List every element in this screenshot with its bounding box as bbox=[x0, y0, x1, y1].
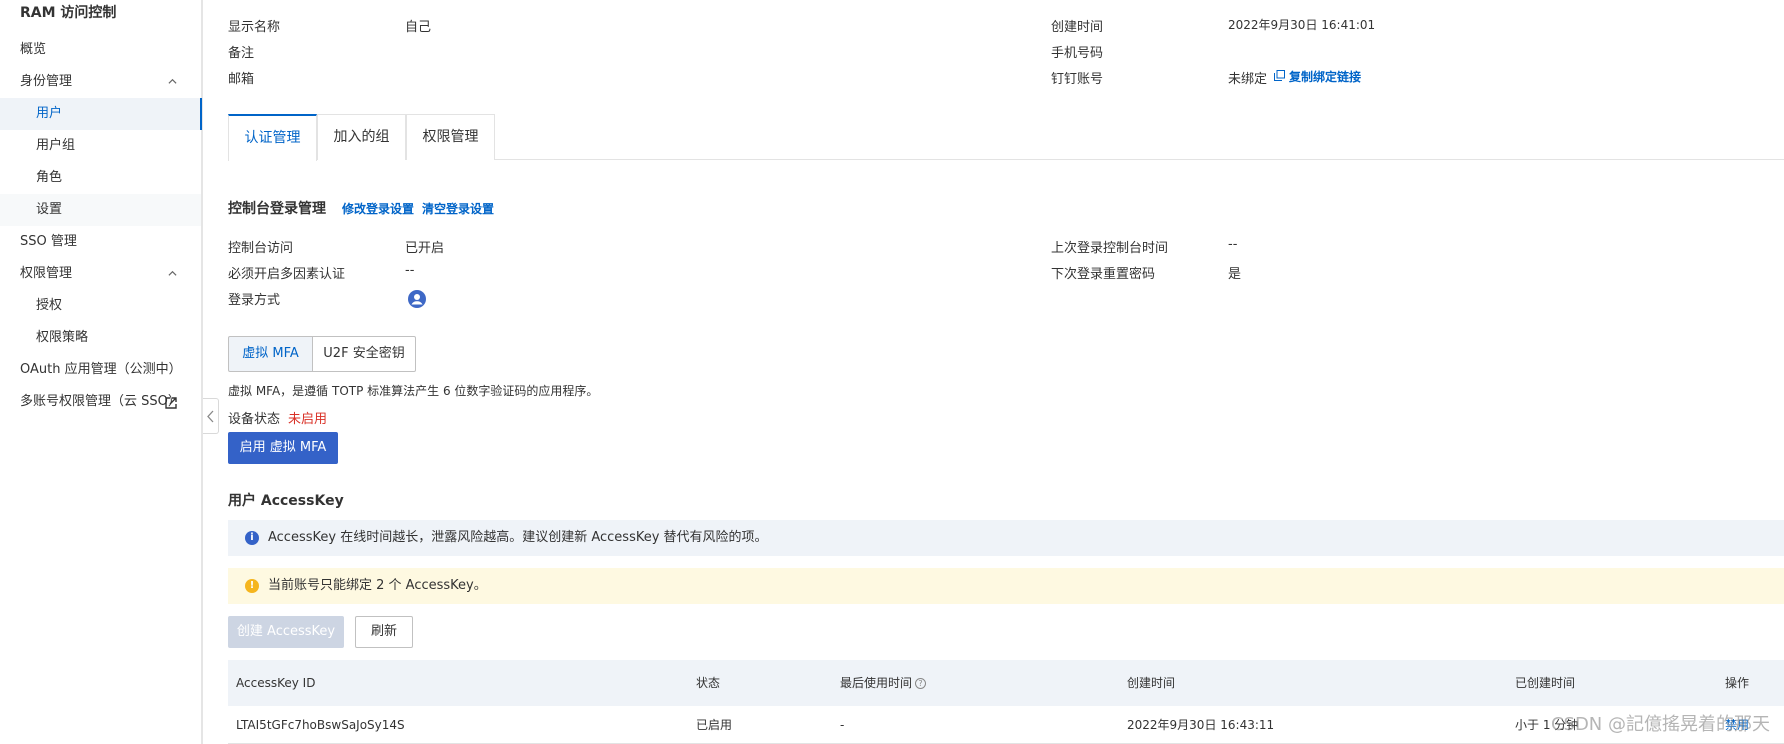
sidebar-item-label: SSO 管理 bbox=[20, 234, 77, 249]
accesskey-status: 已启用 bbox=[696, 718, 733, 732]
copy-icon bbox=[1274, 70, 1285, 85]
login-method-label: 登录方式 bbox=[228, 293, 281, 308]
accesskey-title: 用户 AccessKey bbox=[228, 493, 344, 509]
warning-banner-text: 当前账号只能绑定 2 个 AccessKey。 bbox=[268, 578, 487, 593]
display-name-value: 自己 bbox=[405, 20, 432, 35]
dingtalk-label: 钉钉账号 bbox=[1051, 72, 1104, 87]
create-accesskey-button[interactable]: 创建 AccessKey bbox=[228, 616, 344, 648]
sidebar-item-label: 多账号权限管理（云 SSO） bbox=[20, 394, 181, 409]
chevron-up-icon bbox=[168, 270, 177, 276]
sidebar-item-permissions[interactable]: 权限管理 bbox=[0, 258, 201, 290]
console-access-value: 已开启 bbox=[405, 241, 445, 256]
column-header-last-used-label: 最后使用时间 bbox=[840, 676, 913, 690]
edit-login-settings-link[interactable]: 修改登录设置 bbox=[342, 200, 414, 217]
accesskey-table-header: AccessKey ID 状态 最后使用时间? 创建时间 已创建时间 操作 bbox=[228, 660, 1784, 706]
help-icon[interactable]: ? bbox=[915, 678, 927, 689]
user-circle-icon bbox=[408, 290, 426, 312]
sidebar-item-label: 用户 bbox=[36, 106, 63, 121]
remark-label: 备注 bbox=[228, 46, 255, 61]
sidebar-item-overview[interactable]: 概览 bbox=[0, 34, 201, 66]
created-time-label: 创建时间 bbox=[1051, 20, 1104, 35]
device-status-label: 设备状态 bbox=[228, 412, 281, 427]
require-mfa-label: 必须开启多因素认证 bbox=[228, 267, 346, 282]
column-header-status: 状态 bbox=[696, 676, 721, 690]
tab-authentication[interactable]: 认证管理 bbox=[228, 114, 317, 161]
sidebar-item-label: 授权 bbox=[36, 298, 63, 313]
column-header-actions: 操作 bbox=[1725, 676, 1750, 690]
sidebar-collapse-toggle[interactable] bbox=[203, 398, 219, 434]
sidebar-item-label: OAuth 应用管理（公测中） bbox=[20, 362, 182, 377]
sidebar-item-label: 概览 bbox=[20, 42, 47, 57]
warning-icon: ! bbox=[245, 579, 259, 593]
column-header-age: 已创建时间 bbox=[1515, 676, 1576, 690]
watermark: CSDN @記億搖晃着的那天 bbox=[1550, 714, 1770, 735]
device-status-value: 未启用 bbox=[288, 412, 328, 427]
last-login-label: 上次登录控制台时间 bbox=[1051, 241, 1169, 256]
external-link-icon bbox=[165, 397, 177, 409]
sidebar-item-label: 权限策略 bbox=[36, 330, 89, 345]
accesskey-created: 2022年9月30日 16:43:11 bbox=[1127, 718, 1275, 732]
info-banner: i AccessKey 在线时间越长，泄露风险越高。建议创建新 AccessKe… bbox=[228, 520, 1784, 556]
reset-password-label: 下次登录重置密码 bbox=[1051, 267, 1156, 282]
accesskey-last-used: - bbox=[840, 718, 845, 732]
clear-login-settings-link[interactable]: 清空登录设置 bbox=[422, 200, 494, 217]
column-header-last-used: 最后使用时间? bbox=[840, 660, 927, 706]
column-header-id: AccessKey ID bbox=[236, 676, 316, 690]
warning-banner: ! 当前账号只能绑定 2 个 AccessKey。 bbox=[228, 568, 1784, 604]
sidebar-item-label: 身份管理 bbox=[20, 74, 73, 89]
sidebar-item-users[interactable]: 用户 bbox=[0, 98, 202, 130]
sidebar-item-identity[interactable]: 身份管理 bbox=[0, 66, 201, 98]
created-time-value: 2022年9月30日 16:41:01 bbox=[1228, 18, 1376, 32]
sidebar-item-roles[interactable]: 角色 bbox=[0, 162, 201, 194]
reset-password-value: 是 bbox=[1228, 267, 1242, 282]
tab-u2f-key[interactable]: U2F 安全密钥 bbox=[312, 336, 416, 372]
display-name-label: 显示名称 bbox=[228, 20, 281, 35]
email-label: 邮箱 bbox=[228, 72, 255, 87]
tab-groups[interactable]: 加入的组 bbox=[317, 114, 406, 160]
mfa-description: 虚拟 MFA，是遵循 TOTP 标准算法产生 6 位数字验证码的应用程序。 bbox=[228, 384, 599, 398]
chevron-left-icon bbox=[207, 410, 214, 423]
sidebar-item-label: 用户组 bbox=[36, 138, 76, 153]
phone-label: 手机号码 bbox=[1051, 46, 1104, 61]
refresh-button[interactable]: 刷新 bbox=[355, 616, 413, 648]
enable-mfa-button[interactable]: 启用 虚拟 MFA bbox=[228, 432, 338, 464]
sidebar-item-grants[interactable]: 授权 bbox=[0, 290, 201, 322]
dingtalk-value: 未绑定 bbox=[1228, 72, 1268, 87]
sidebar-item-label: 角色 bbox=[36, 170, 63, 185]
tab-permissions[interactable]: 权限管理 bbox=[406, 114, 495, 160]
accesskey-id: LTAI5tGFc7hoBswSaJoSy14S bbox=[236, 718, 405, 732]
sidebar-item-cloud-sso[interactable]: 多账号权限管理（云 SSO） bbox=[0, 386, 201, 418]
sidebar-item-user-groups[interactable]: 用户组 bbox=[0, 130, 201, 162]
sidebar-item-settings[interactable]: 设置 bbox=[0, 194, 201, 226]
info-icon: i bbox=[245, 531, 259, 545]
info-banner-text: AccessKey 在线时间越长，泄露风险越高。建议创建新 AccessKey … bbox=[268, 530, 768, 545]
chevron-up-icon bbox=[168, 78, 177, 84]
column-header-created: 创建时间 bbox=[1127, 676, 1176, 690]
sidebar-item-policies[interactable]: 权限策略 bbox=[0, 322, 201, 354]
sidebar: RAM 访问控制 概览 身份管理 用户 用户组 角色 设置 SSO 管理 权限管… bbox=[0, 0, 203, 744]
require-mfa-value: -- bbox=[405, 263, 415, 278]
sidebar-item-sso[interactable]: SSO 管理 bbox=[0, 226, 201, 258]
sidebar-item-oauth[interactable]: OAuth 应用管理（公测中） bbox=[0, 354, 201, 386]
detail-tabs: 认证管理 加入的组 权限管理 bbox=[228, 114, 1784, 161]
console-access-label: 控制台访问 bbox=[228, 241, 294, 256]
main-content: 显示名称 自己 备注 邮箱 创建时间 2022年9月30日 16:41:01 手… bbox=[228, 0, 1784, 744]
sidebar-item-label: 权限管理 bbox=[20, 266, 73, 281]
console-login-title: 控制台登录管理 bbox=[228, 201, 326, 217]
tab-virtual-mfa[interactable]: 虚拟 MFA bbox=[228, 336, 313, 372]
sidebar-item-label: 设置 bbox=[36, 202, 63, 217]
sidebar-title: RAM 访问控制 bbox=[20, 5, 117, 21]
copy-bind-link[interactable]: 复制绑定链接 bbox=[1289, 68, 1361, 85]
last-login-value: -- bbox=[1228, 237, 1238, 252]
